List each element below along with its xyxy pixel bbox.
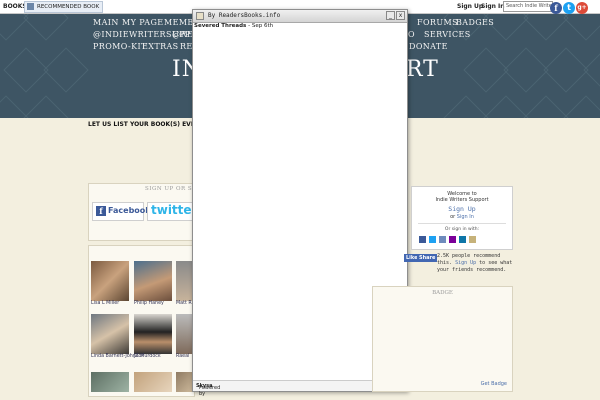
member-name: Raeal xyxy=(176,354,190,359)
signin-link[interactable]: Sign In xyxy=(481,3,505,10)
or-sign-in-with: Or sign in with: xyxy=(444,227,480,232)
member-avatar xyxy=(91,261,129,301)
nav-promo-kit[interactable]: PROMO-KIT xyxy=(93,42,147,51)
ning-icon[interactable] xyxy=(469,236,476,243)
book-icon xyxy=(27,3,34,10)
member-name: Lisa L Miller xyxy=(91,301,120,306)
openid-icon[interactable] xyxy=(439,236,446,243)
readersbooks-icon xyxy=(196,12,204,20)
member-card[interactable]: Raeal xyxy=(176,314,192,360)
facebook-signin-button[interactable]: f Facebook xyxy=(92,202,151,221)
facebook-icon[interactable]: f xyxy=(550,2,562,14)
tagline: LET US LIST YOUR BOOK(S) EVERY xyxy=(88,121,204,128)
share-button[interactable]: Share xyxy=(417,254,438,262)
linkedin-icon[interactable] xyxy=(459,236,466,243)
member-card[interactable]: Matt R xyxy=(176,261,192,307)
book-date: - Sep 6th xyxy=(246,23,274,29)
member-avatar[interactable] xyxy=(91,372,129,392)
share-text: 2.5K people recommend this. Sign Up to s… xyxy=(437,253,513,274)
facebook-icon[interactable] xyxy=(419,236,426,243)
yahoo-icon[interactable] xyxy=(449,236,456,243)
member-name: Linda Barnett-Johnson xyxy=(91,354,145,359)
nav-donate[interactable]: DONATE xyxy=(409,42,448,51)
welcome-signup-link[interactable]: Sign Up xyxy=(412,205,512,213)
recommended-book-button[interactable]: RECOMMENDED BOOK xyxy=(24,1,104,13)
member-card[interactable]: Linda Barnett-Johnson xyxy=(91,314,145,360)
popup-titlebar[interactable]: By ReadersBooks.info _ x xyxy=(193,10,407,23)
member-name: JZ Murdock xyxy=(134,354,161,359)
badge-title: BADGE xyxy=(432,290,453,296)
welcome-signin-link[interactable]: Sign In xyxy=(457,214,474,220)
minimize-button[interactable]: _ xyxy=(386,11,395,20)
popup-header-line: Severed Threads - Sep 6th xyxy=(194,23,273,29)
member-card[interactable]: JZ Murdock xyxy=(134,314,172,360)
divider xyxy=(418,223,506,224)
badge-box: BADGE Get Badge xyxy=(372,286,513,392)
facebook-label: Facebook xyxy=(108,206,151,215)
recommended-book-label: RECOMMENDED BOOK xyxy=(37,4,100,10)
member-name: Matt R xyxy=(176,301,192,306)
or-label: or xyxy=(450,214,456,220)
close-button[interactable]: x xyxy=(396,11,405,20)
welcome-line2: Indie Writers Support xyxy=(435,197,489,203)
nav-extras[interactable]: EXTRAS xyxy=(142,42,179,51)
member-avatar xyxy=(176,261,192,301)
facebook-share-widget: Like Share 2.5K people recommend this. S… xyxy=(404,253,512,283)
signup-link[interactable]: Sign Up xyxy=(457,3,483,10)
nav-forums[interactable]: FORUMS xyxy=(417,18,458,27)
welcome-box: Welcome to Indie Writers Support Sign Up… xyxy=(411,186,513,250)
twitter-icon[interactable] xyxy=(429,236,436,243)
search-input[interactable]: Search Indie Writers xyxy=(503,1,553,12)
facebook-icon: f xyxy=(96,206,106,216)
nav-services[interactable]: SERVICES xyxy=(424,30,471,39)
nav-main[interactable]: MAIN xyxy=(93,18,119,27)
nav-info[interactable]: O xyxy=(408,30,415,39)
twitter-signin-button[interactable]: twitter xyxy=(147,202,195,221)
google-plus-icon[interactable]: g+ xyxy=(576,2,588,14)
member-avatar[interactable] xyxy=(134,372,172,392)
member-card[interactable]: Lisa L Miller xyxy=(91,261,129,307)
nav-my-page[interactable]: MY PAGE xyxy=(122,18,163,27)
nav-badges[interactable]: BADGES xyxy=(456,18,494,27)
twitter-label: twitter xyxy=(151,203,195,217)
member-avatar xyxy=(134,261,172,301)
member-avatar xyxy=(91,314,129,354)
member-avatar[interactable] xyxy=(176,372,192,392)
powered-by-label: Powered by xyxy=(199,385,221,397)
powered-by: Powered by Skysa xyxy=(196,383,220,397)
member-avatar xyxy=(176,314,192,354)
share-signup-link[interactable]: Sign Up xyxy=(455,260,476,266)
member-name: Philip Haney xyxy=(134,301,164,306)
site-title-right: RT xyxy=(406,57,439,82)
popup-title: By ReadersBooks.info xyxy=(208,12,281,19)
member-card[interactable]: Philip Haney xyxy=(134,261,172,307)
welcome-or-line: or Sign In xyxy=(412,214,512,220)
twitter-icon[interactable]: t xyxy=(563,2,575,14)
member-avatar xyxy=(134,314,172,354)
book-title[interactable]: Severed Threads xyxy=(194,23,246,29)
get-badge-link[interactable]: Get Badge xyxy=(481,381,507,387)
